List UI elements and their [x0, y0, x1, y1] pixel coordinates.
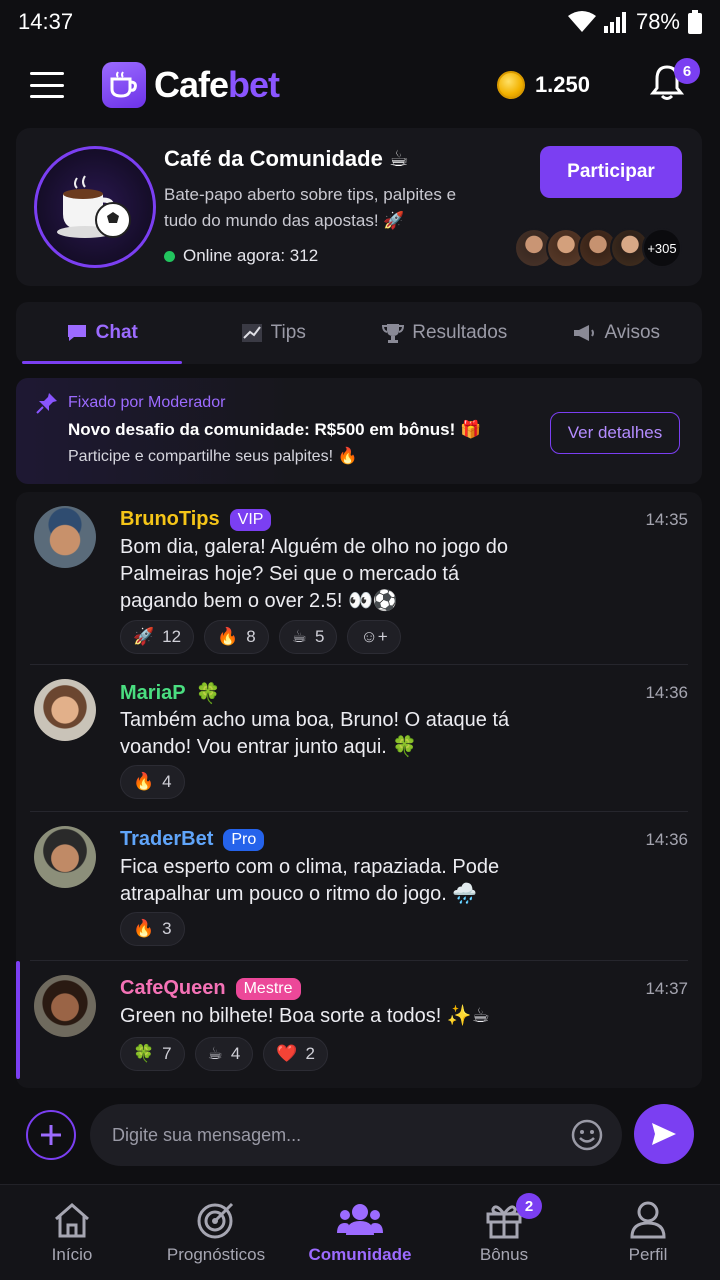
attach-button[interactable]	[26, 1110, 76, 1160]
notifications-button[interactable]: 6	[649, 58, 700, 104]
avatar[interactable]	[34, 826, 96, 888]
megaphone-icon	[574, 325, 595, 341]
target-icon	[197, 1202, 234, 1238]
chat-message: TraderBet Pro 14:36 Fica esperto com o c…	[16, 812, 702, 960]
reaction-chip[interactable]: 🔥 8	[204, 620, 269, 654]
username[interactable]: TraderBet	[120, 828, 213, 851]
app-header: Cafebet 1.250 6	[0, 52, 720, 118]
app-name: Cafebet	[154, 64, 280, 105]
highlight-bar	[16, 961, 20, 1079]
nav-comunidade[interactable]: Comunidade	[288, 1185, 432, 1280]
community-description: Bate-papo aberto sobre tips, palpites e …	[164, 185, 457, 230]
status-icons: 78%	[567, 9, 702, 35]
nav-inicio[interactable]: Início	[0, 1185, 144, 1280]
reaction-chip[interactable]: 🍀 7	[120, 1037, 185, 1071]
tab-tips[interactable]: Tips	[188, 302, 360, 364]
home-icon	[55, 1202, 89, 1237]
profile-icon	[630, 1201, 666, 1238]
battery-level: 78%	[635, 9, 680, 34]
tab-avisos[interactable]: Avisos	[531, 302, 703, 364]
community-card: Café da Comunidade ☕ Bate-papo aberto so…	[16, 128, 702, 286]
status-time: 14:37	[18, 9, 74, 34]
community-title: Café da Comunidade ☕	[164, 146, 409, 171]
reaction-chip[interactable]: 🚀 12	[120, 620, 195, 654]
more-members-count: +305	[642, 228, 682, 268]
pinned-label: Fixado por Moderador	[68, 394, 226, 411]
avatar[interactable]	[34, 506, 96, 568]
tab-resultados[interactable]: Resultados	[359, 302, 531, 364]
community-tabs: Chat Tips Resultados Avisos	[16, 302, 702, 364]
coffee-cup-logo-icon	[102, 62, 146, 108]
message-text: Green no bilhete! Boa sorte a todos! ✨☕	[120, 1005, 490, 1027]
pinned-message: Fixado por Moderador Novo desafio da com…	[16, 378, 702, 484]
message-composer	[0, 1100, 720, 1176]
chat-messages[interactable]: BrunoTips VIP 14:35 Bom dia, galera! Alg…	[16, 492, 702, 1088]
trophy-icon	[382, 324, 405, 343]
battery-icon	[688, 10, 702, 34]
wifi-icon	[567, 11, 596, 32]
nav-prognosticos[interactable]: Prognósticos	[144, 1185, 288, 1280]
coin-balance[interactable]: 1.250	[496, 71, 590, 99]
menu-icon[interactable]	[30, 72, 64, 98]
send-button[interactable]	[634, 1104, 694, 1164]
message-text: Fica esperto com o clima, rapaziada. Pod…	[120, 856, 500, 905]
tab-chat[interactable]: Chat	[16, 302, 188, 364]
reaction-chip[interactable]: 🔥 3	[120, 912, 185, 946]
app-logo: Cafebet	[102, 62, 280, 108]
chat-message: BrunoTips VIP 14:35 Bom dia, galera! Alg…	[16, 492, 702, 664]
reaction-chip[interactable]: ☕ 4	[194, 1037, 254, 1071]
plus-icon	[41, 1125, 61, 1145]
emoji-icon[interactable]	[570, 1118, 604, 1152]
clover-badge-icon: 🍀	[195, 683, 221, 705]
community-icon	[337, 1203, 383, 1235]
pinned-subtitle: Participe e compartilhe seus palpites! 🔥	[68, 448, 358, 465]
pinned-title: Novo desafio da comunidade: R$500 em bôn…	[68, 420, 482, 439]
chat-message: CafeQueen Mestre 14:37 Green no bilhete!…	[16, 961, 702, 1088]
coin-icon	[496, 71, 525, 99]
send-icon	[652, 1123, 676, 1145]
reaction-chip[interactable]: ☕ 5	[278, 620, 338, 654]
user-badge: Mestre	[235, 977, 301, 1000]
chart-icon	[241, 324, 262, 342]
coin-amount: 1.250	[534, 72, 590, 97]
avatar[interactable]	[34, 975, 96, 1037]
online-count: Online agora: 312	[183, 246, 319, 265]
status-bar: 14:37 78%	[0, 0, 720, 44]
chat-message: MariaP 🍀 14:36 Também acho uma boa, Brun…	[16, 665, 702, 811]
view-details-button[interactable]: Ver detalhes	[550, 412, 680, 454]
online-dot-icon	[164, 250, 175, 262]
online-status: Online agora: 312	[164, 246, 318, 266]
signal-icon	[603, 12, 626, 33]
add-reaction-button[interactable]: ☺+	[347, 620, 401, 654]
message-time: 14:36	[645, 683, 688, 702]
community-avatar	[34, 146, 156, 268]
coffee-football-icon	[57, 175, 131, 238]
message-time: 14:35	[645, 510, 688, 529]
member-avatars[interactable]: +305	[514, 228, 682, 268]
message-time: 14:37	[645, 979, 688, 998]
nav-perfil[interactable]: Perfil	[576, 1185, 720, 1280]
username[interactable]: CafeQueen	[120, 977, 226, 1000]
bonus-count-badge: 2	[516, 1193, 542, 1219]
reaction-chip[interactable]: 🔥 4	[120, 765, 185, 799]
username[interactable]: BrunoTips	[120, 508, 220, 531]
join-button[interactable]: Participar	[540, 146, 682, 198]
bottom-navigation: Início Prognósticos Comunidade Bônus 2 P…	[0, 1184, 720, 1280]
reaction-chip[interactable]: ❤️ 2	[263, 1037, 328, 1071]
message-text: Bom dia, galera! Alguém de olho no jogo …	[120, 536, 509, 612]
pin-icon	[36, 393, 57, 414]
message-time: 14:36	[645, 830, 688, 849]
message-text: Também acho uma boa, Bruno! O ataque tá …	[120, 709, 510, 758]
avatar[interactable]	[34, 679, 96, 741]
nav-bonus[interactable]: Bônus 2	[432, 1185, 576, 1280]
username[interactable]: MariaP	[120, 682, 186, 705]
message-input[interactable]	[90, 1104, 622, 1166]
user-badge: Pro	[223, 828, 265, 851]
notification-count-badge: 6	[674, 58, 700, 84]
user-badge: VIP	[229, 508, 272, 531]
chat-bubble-icon	[67, 325, 86, 341]
